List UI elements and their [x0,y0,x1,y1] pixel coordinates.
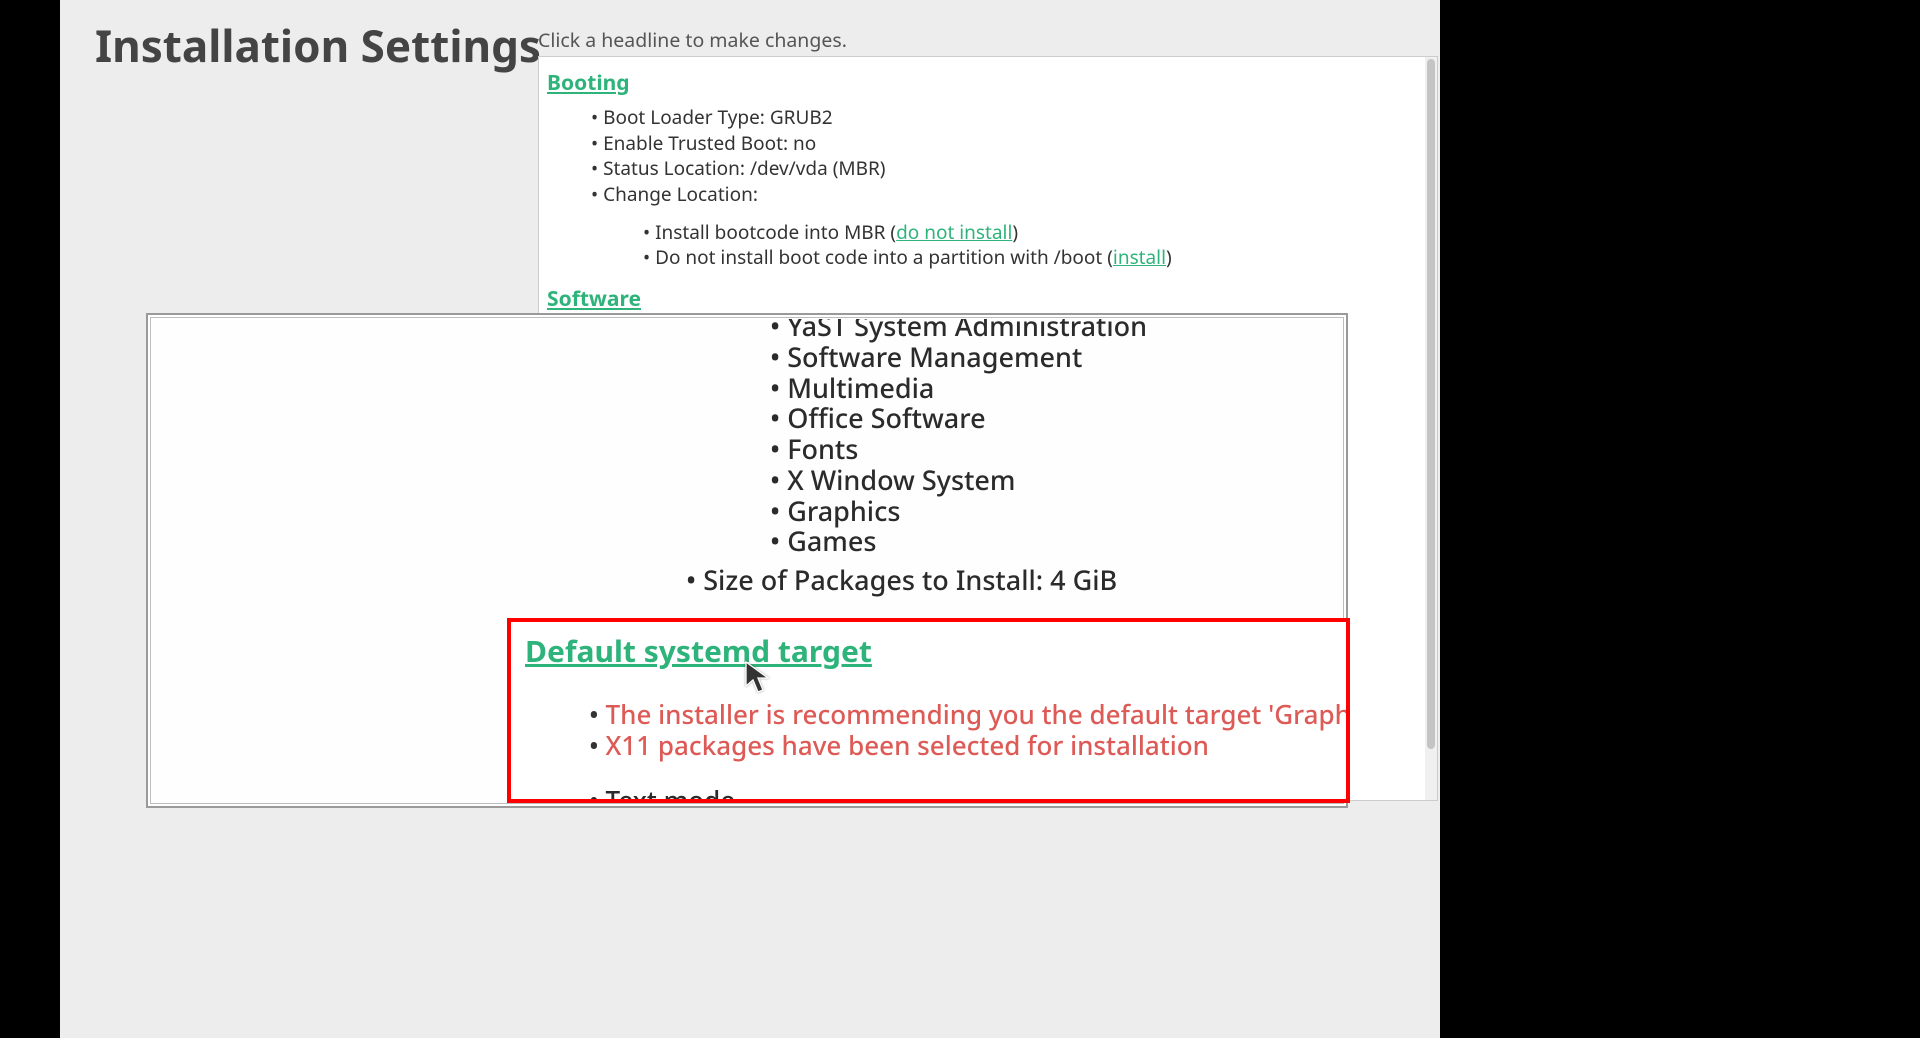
install-part-prefix: Do not install boot code into a partitio… [655,244,1113,270]
default-target-highlight: Default systemd target The installer is … [507,618,1350,803]
default-systemd-target-heading[interactable]: Default systemd target [525,630,1334,671]
install-partition-row: Do not install boot code into a partitio… [643,245,1417,271]
status-location: Status Location: /dev/vda (MBR) [591,156,1417,182]
target-mode: Text mode [589,782,1334,803]
enable-trusted-boot: Enable Trusted Boot: no [591,131,1417,157]
installer-window: Installation Settings Click a headline t… [60,0,1440,1038]
default-target-warnings: The installer is recommending you the de… [589,699,1334,760]
default-target-inner: Default systemd target The installer is … [511,622,1346,803]
overlay-content: YaST System Administration Software Mana… [522,319,1342,598]
install-part-suffix: ) [1166,244,1172,270]
pattern-item: Software Management [770,342,1342,373]
install-mbr-row: Install bootcode into MBR (do not instal… [643,220,1417,246]
install-mbr-suffix: ) [1012,219,1018,245]
pattern-item: X Window System [770,465,1342,496]
booting-heading[interactable]: Booting [547,69,1417,97]
change-location: Change Location: [591,182,1417,208]
scrollbar-thumb[interactable] [1427,59,1435,749]
install-partition-link[interactable]: install [1113,244,1166,270]
do-not-install-mbr-link[interactable]: do not install [896,219,1012,245]
warning-line: The installer is recommending you the de… [589,699,1334,730]
pattern-list: YaST System Administration Software Mana… [770,319,1342,557]
hint-text: Click a headline to make changes. [538,26,847,53]
summary-scrollbar[interactable] [1425,57,1437,800]
packages-size: Size of Packages to Install: 4 GiB [686,561,1342,598]
boot-loader-type: Boot Loader Type: GRUB2 [591,105,1417,131]
pattern-item: Games [770,526,1342,557]
warning-line: X11 packages have been selected for inst… [589,730,1334,761]
booting-sublist: Install bootcode into MBR (do not instal… [643,220,1417,271]
software-heading[interactable]: Software [547,285,1417,313]
page-title: Installation Settings [95,15,541,75]
booting-list: Boot Loader Type: GRUB2 Enable Trusted B… [591,105,1417,208]
install-mbr-prefix: Install bootcode into MBR ( [655,219,896,245]
